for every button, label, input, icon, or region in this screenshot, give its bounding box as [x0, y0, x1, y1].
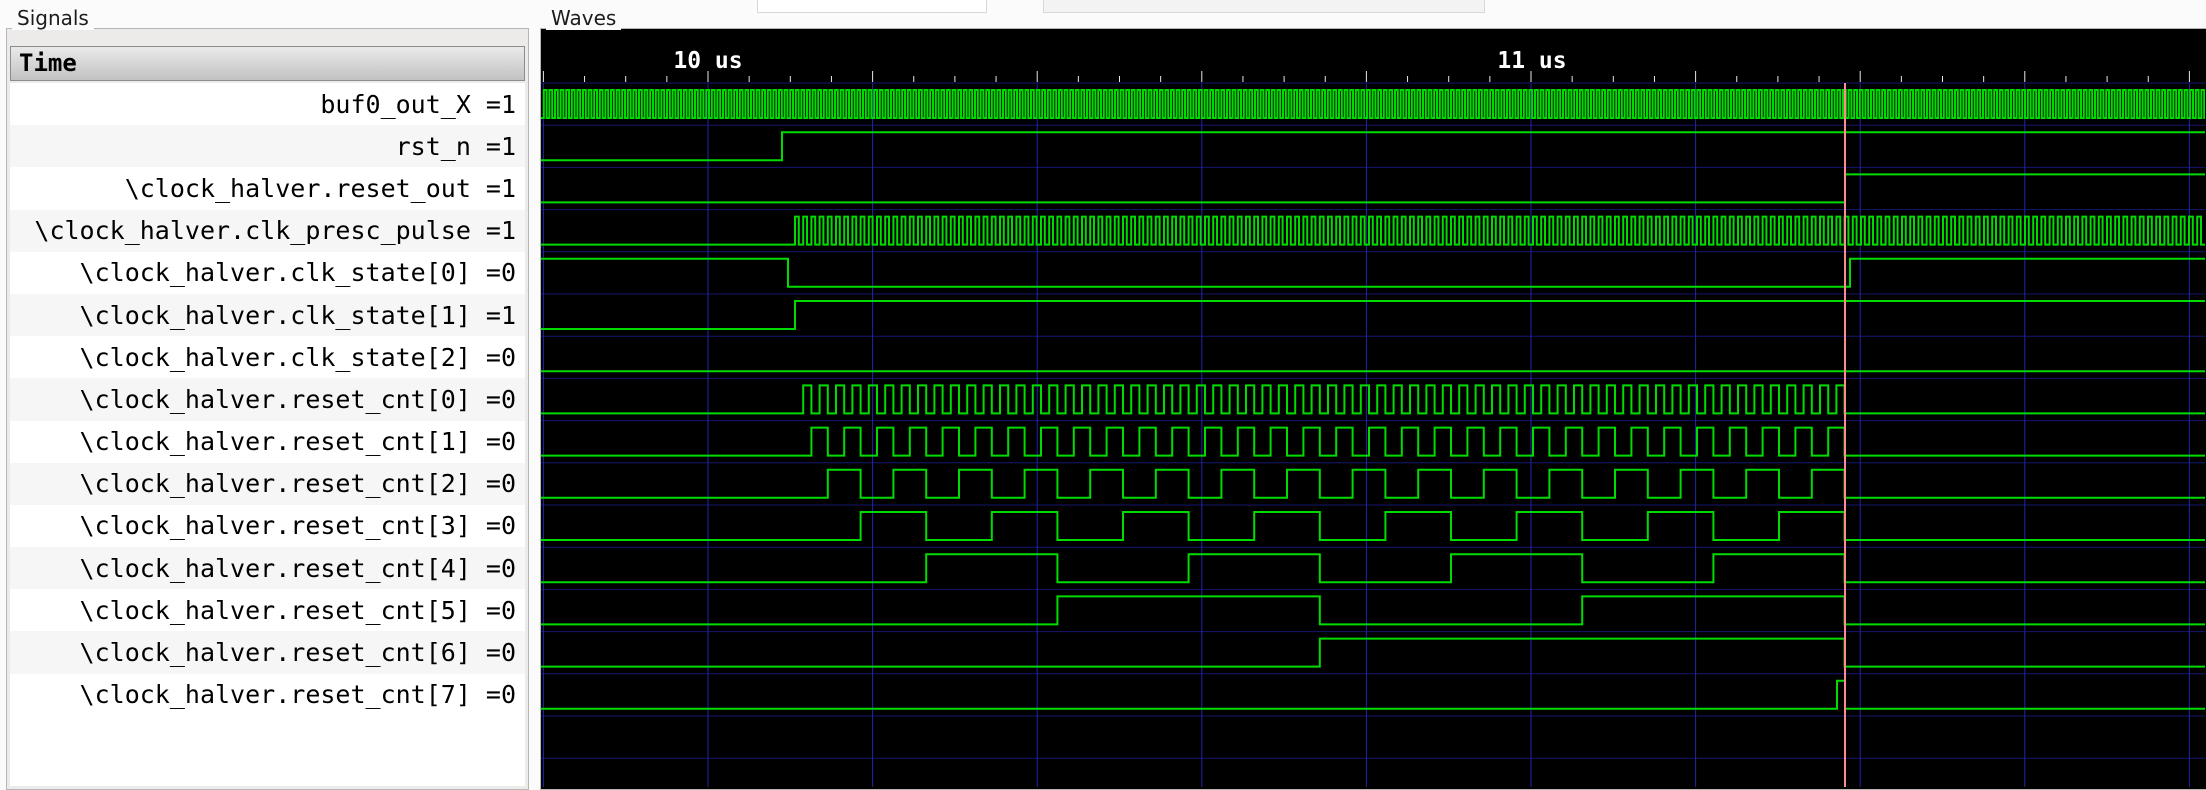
waveform-trace — [541, 637, 2205, 668]
signal-row[interactable]: \clock_halver.clk_state[2] =0 — [10, 336, 525, 378]
signal-name: \clock_halver.reset_cnt[3] — [79, 511, 471, 541]
signal-row[interactable]: \clock_halver.reset_cnt[4] =0 — [10, 547, 525, 590]
toolbar-remnant — [1043, 0, 1485, 13]
waveform-trace — [541, 595, 2205, 626]
waveform-trace — [541, 384, 2205, 415]
waveform-trace — [541, 300, 2205, 330]
signal-name: \clock_halver.reset_cnt[1] — [79, 427, 471, 457]
signal-value: =0 — [485, 511, 516, 541]
waveform-trace — [541, 553, 2205, 584]
signal-value: =0 — [485, 680, 516, 710]
signal-row[interactable]: \clock_halver.reset_cnt[2] =0 — [10, 462, 525, 505]
waveform-trace — [541, 511, 2205, 541]
signal-value: =0 — [485, 595, 516, 625]
signal-value: =1 — [485, 131, 516, 161]
signal-row[interactable]: \clock_halver.reset_cnt[5] =0 — [10, 589, 525, 631]
signal-name: buf0_out_X — [320, 89, 471, 119]
signal-value: =0 — [485, 384, 516, 414]
waves-panel-label: Waves — [546, 6, 622, 30]
signal-value: =1 — [485, 89, 516, 119]
grid-lines — [541, 82, 2205, 787]
signal-row[interactable]: \clock_halver.clk_state[0] =0 — [10, 252, 525, 294]
timeline: 10 us 11 us — [542, 48, 2190, 82]
signal-name: \clock_halver.reset_cnt[7] — [79, 680, 471, 710]
signal-value: =1 — [485, 173, 516, 203]
waveform-trace — [541, 215, 2205, 246]
signal-name: \clock_halver.clk_state[0] — [79, 258, 471, 288]
signal-row[interactable]: \clock_halver.clk_state[1] =1 — [10, 293, 525, 337]
signal-name: \clock_halver.clk_state[2] — [79, 342, 471, 372]
waveform-traces — [541, 89, 2205, 710]
signal-row[interactable]: \clock_halver.reset_cnt[0] =0 — [10, 378, 525, 421]
timeline-label: 11 us — [1497, 48, 1566, 74]
waveform-trace — [541, 468, 2205, 499]
signal-name: \clock_halver.reset_cnt[0] — [79, 384, 471, 414]
waves-panel: Waves 10 us 11 us — [540, 6, 2206, 790]
waveform-trace — [541, 426, 2205, 457]
waveform-trace — [541, 131, 2205, 162]
signal-name: \clock_halver.reset_cnt[6] — [79, 638, 471, 668]
signal-value: =0 — [485, 553, 516, 583]
signal-row[interactable]: rst_n =1 — [10, 125, 525, 168]
waveform-trace — [541, 173, 2205, 204]
toolbar-remnant — [757, 0, 987, 13]
signal-value: =0 — [485, 342, 516, 372]
timeline-label: 10 us — [673, 48, 742, 74]
waveform-trace — [541, 89, 2205, 119]
wave-canvas[interactable]: 10 us 11 us — [541, 29, 2205, 787]
signal-value: =0 — [485, 258, 516, 288]
signal-row[interactable]: \clock_halver.reset_cnt[6] =0 — [10, 631, 525, 674]
signal-row[interactable]: \clock_halver.reset_out =1 — [10, 167, 525, 209]
signal-name: \clock_halver.reset_cnt[4] — [79, 553, 471, 583]
signal-name: \clock_halver.clk_state[1] — [79, 300, 471, 330]
signal-value: =0 — [485, 638, 516, 668]
signal-value: =0 — [485, 427, 516, 457]
signal-row[interactable]: buf0_out_X =1 — [10, 83, 525, 125]
signals-panel: Signals Time buf0_out_X =1 rst_n =1 \clock_h… — [6, 6, 529, 790]
signal-row[interactable]: \clock_halver.clk_presc_pulse =1 — [10, 209, 525, 252]
signal-name: \clock_halver.reset_cnt[5] — [79, 595, 471, 625]
signal-name: \clock_halver.reset_cnt[2] — [79, 469, 471, 499]
waveform-trace — [541, 679, 2205, 710]
time-column-header: Time — [10, 46, 525, 81]
signal-value: =0 — [485, 469, 516, 499]
signal-row[interactable]: \clock_halver.reset_cnt[1] =0 — [10, 421, 525, 463]
signal-name: \clock_halver.reset_out — [124, 173, 471, 203]
signal-value: =1 — [485, 300, 516, 330]
signal-value: =1 — [485, 216, 516, 246]
signal-row[interactable]: \clock_halver.reset_cnt[7] =0 — [10, 674, 525, 716]
signal-rows: buf0_out_X =1 rst_n =1 \clock_halver.reset_o… — [10, 83, 525, 786]
signal-name: rst_n — [395, 131, 471, 161]
signal-row[interactable]: \clock_halver.reset_cnt[3] =0 — [10, 505, 525, 547]
signal-name: \clock_halver.clk_presc_pulse — [34, 216, 471, 246]
waveform-trace — [541, 257, 2205, 288]
signals-panel-label: Signals — [12, 6, 94, 30]
